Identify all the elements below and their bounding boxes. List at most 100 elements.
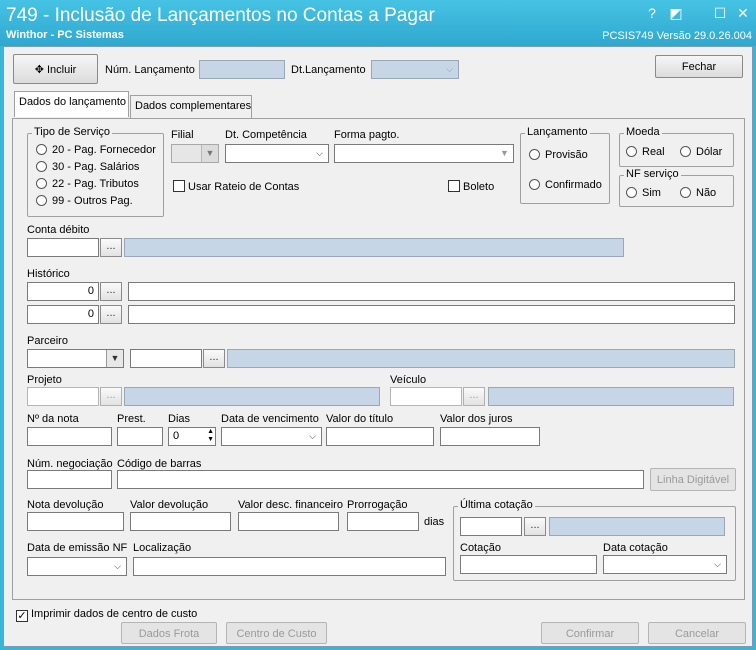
valor-juros-input[interactable]: [440, 427, 540, 446]
valor-titulo-input[interactable]: [326, 427, 434, 446]
num-negociacao-label: Núm. negociação: [27, 458, 113, 470]
valor-devolucao-input[interactable]: [130, 512, 231, 531]
dias-spinner[interactable]: 0 ▲ ▼: [168, 427, 216, 446]
close-button[interactable]: Fechar: [655, 55, 743, 78]
historico-lookup-button-2[interactable]: ...: [100, 305, 122, 324]
radio-icon: [680, 187, 691, 198]
maximize-icon[interactable]: ☐: [710, 4, 730, 22]
imprimir-centro-custo-checkbox[interactable]: ✓ Imprimir dados de centro de custo: [16, 608, 197, 622]
nota-devolucao-input[interactable]: [27, 512, 124, 531]
conta-debito-code[interactable]: [27, 238, 99, 257]
radio-icon: [680, 146, 691, 157]
radio-provisao[interactable]: Provisão: [529, 149, 588, 161]
plus-icon: ✥: [34, 64, 44, 76]
forma-pagto-select[interactable]: ▼: [334, 144, 514, 163]
chevron-down-icon: ▼: [500, 148, 509, 158]
chevron-down-icon: ▼: [106, 350, 123, 367]
radio-dolar[interactable]: Dólar: [680, 146, 722, 158]
dt-competencia-select[interactable]: ⌵: [225, 144, 329, 163]
radio-label: Real: [642, 146, 665, 158]
radio-label: 99 - Outros Pag.: [52, 195, 133, 207]
vencimento-select[interactable]: ⌵: [221, 427, 322, 446]
include-label: Incluir: [46, 64, 77, 76]
help-icon[interactable]: ?: [642, 4, 662, 22]
cotacao-input[interactable]: [460, 555, 597, 574]
dt-lancamento-select[interactable]: ⌵: [371, 60, 459, 79]
prorrogacao-input[interactable]: [347, 512, 419, 531]
client-area: ✥ Incluir Núm. Lançamento Dt.Lançamento …: [3, 46, 753, 647]
radio-nao[interactable]: Não: [680, 187, 716, 199]
confirmar-button[interactable]: Confirmar: [541, 622, 639, 644]
radio-pag-tributos[interactable]: 22 - Pag. Tributos: [36, 178, 139, 190]
radio-icon: [36, 161, 47, 172]
valor-desc-input[interactable]: [238, 512, 339, 531]
filial-select[interactable]: ▼: [171, 144, 219, 163]
radio-label: Provisão: [545, 149, 588, 161]
codigo-barras-input[interactable]: [117, 470, 644, 489]
data-cotacao-select[interactable]: ⌵: [603, 555, 727, 574]
veiculo-lookup-button[interactable]: ...: [463, 387, 485, 406]
radio-real[interactable]: Real: [626, 146, 665, 158]
ultima-cotacao-lookup-button[interactable]: ...: [524, 517, 546, 536]
parceiro-lookup-button[interactable]: ...: [203, 349, 225, 368]
valor-titulo-label: Valor do título: [326, 413, 394, 425]
radio-pag-fornecedor[interactable]: 20 - Pag. Fornecedor: [36, 144, 156, 156]
prest-label: Prest.: [117, 413, 146, 425]
conta-debito-label: Conta débito: [27, 224, 90, 236]
historico-lookup-button-1[interactable]: ...: [100, 282, 122, 301]
nota-devolucao-label: Nota devolução: [27, 499, 104, 511]
historico-text-2[interactable]: [128, 305, 735, 324]
localizacao-input[interactable]: [133, 557, 446, 576]
dt-lancamento-label: Dt.Lançamento: [291, 64, 366, 76]
boleto-checkbox[interactable]: Boleto: [448, 180, 494, 193]
num-negociacao-input[interactable]: [27, 470, 112, 489]
close-icon[interactable]: ✕: [733, 4, 753, 22]
nf-servico-title: NF serviço: [624, 168, 681, 180]
spinner-arrows-icon[interactable]: ▲ ▼: [207, 428, 214, 444]
tab-dados-complementares[interactable]: Dados complementares: [130, 95, 252, 118]
chevron-down-icon: ⌵: [316, 148, 323, 158]
data-emissao-select[interactable]: ⌵: [27, 557, 127, 576]
chevron-down-icon: ⌵: [446, 64, 453, 74]
radio-outros-pag[interactable]: 99 - Outros Pag.: [36, 195, 133, 207]
historico-code-1[interactable]: 0: [27, 282, 99, 301]
forma-pagto-label: Forma pagto.: [334, 129, 400, 141]
lancamento-title: Lançamento: [525, 126, 590, 138]
parceiro-label: Parceiro: [27, 335, 68, 347]
restore-icon[interactable]: ◩: [666, 4, 686, 22]
cancelar-button[interactable]: Cancelar: [648, 622, 746, 644]
vencimento-label: Data de vencimento: [221, 413, 319, 425]
radio-sim[interactable]: Sim: [626, 187, 661, 199]
include-button[interactable]: ✥ Incluir: [13, 54, 98, 84]
radio-label: Não: [696, 187, 717, 199]
parceiro-type-select[interactable]: ▼: [27, 349, 124, 368]
chevron-down-icon: ▼: [201, 145, 218, 162]
radio-icon: [626, 187, 637, 198]
localizacao-label: Localização: [133, 542, 192, 554]
moeda-group: Moeda Real Dólar: [619, 126, 734, 167]
num-lancamento-input[interactable]: [199, 60, 285, 79]
conta-debito-lookup-button[interactable]: ...: [100, 238, 122, 257]
centro-custo-button[interactable]: Centro de Custo: [226, 622, 327, 644]
radio-pag-salarios[interactable]: 30 - Pag. Salários: [36, 161, 139, 173]
historico-text-1[interactable]: [128, 282, 735, 301]
veiculo-code[interactable]: [390, 387, 462, 406]
projeto-code[interactable]: [27, 387, 99, 406]
dias-value: 0: [173, 430, 180, 442]
projeto-lookup-button[interactable]: ...: [100, 387, 122, 406]
check-icon: ✓: [16, 610, 28, 622]
historico-code-2[interactable]: 0: [27, 305, 99, 324]
codigo-barras-label: Código de barras: [117, 458, 202, 470]
usar-rateio-checkbox[interactable]: Usar Rateio de Contas: [173, 180, 299, 193]
dados-frota-button[interactable]: Dados Frota: [121, 622, 217, 644]
linha-digitavel-button[interactable]: Linha Digitável: [650, 468, 736, 491]
checkbox-label: Imprimir dados de centro de custo: [31, 608, 198, 620]
ultima-cotacao-code[interactable]: [460, 517, 522, 536]
tab-dados-lancamento[interactable]: Dados do lançamento: [14, 91, 129, 117]
radio-icon: [626, 146, 637, 157]
parceiro-code[interactable]: [130, 349, 202, 368]
prest-input[interactable]: [117, 427, 163, 446]
num-nota-input[interactable]: [27, 427, 112, 446]
radio-confirmado[interactable]: Confirmado: [529, 179, 602, 191]
checkbox-label: Boleto: [463, 181, 495, 193]
